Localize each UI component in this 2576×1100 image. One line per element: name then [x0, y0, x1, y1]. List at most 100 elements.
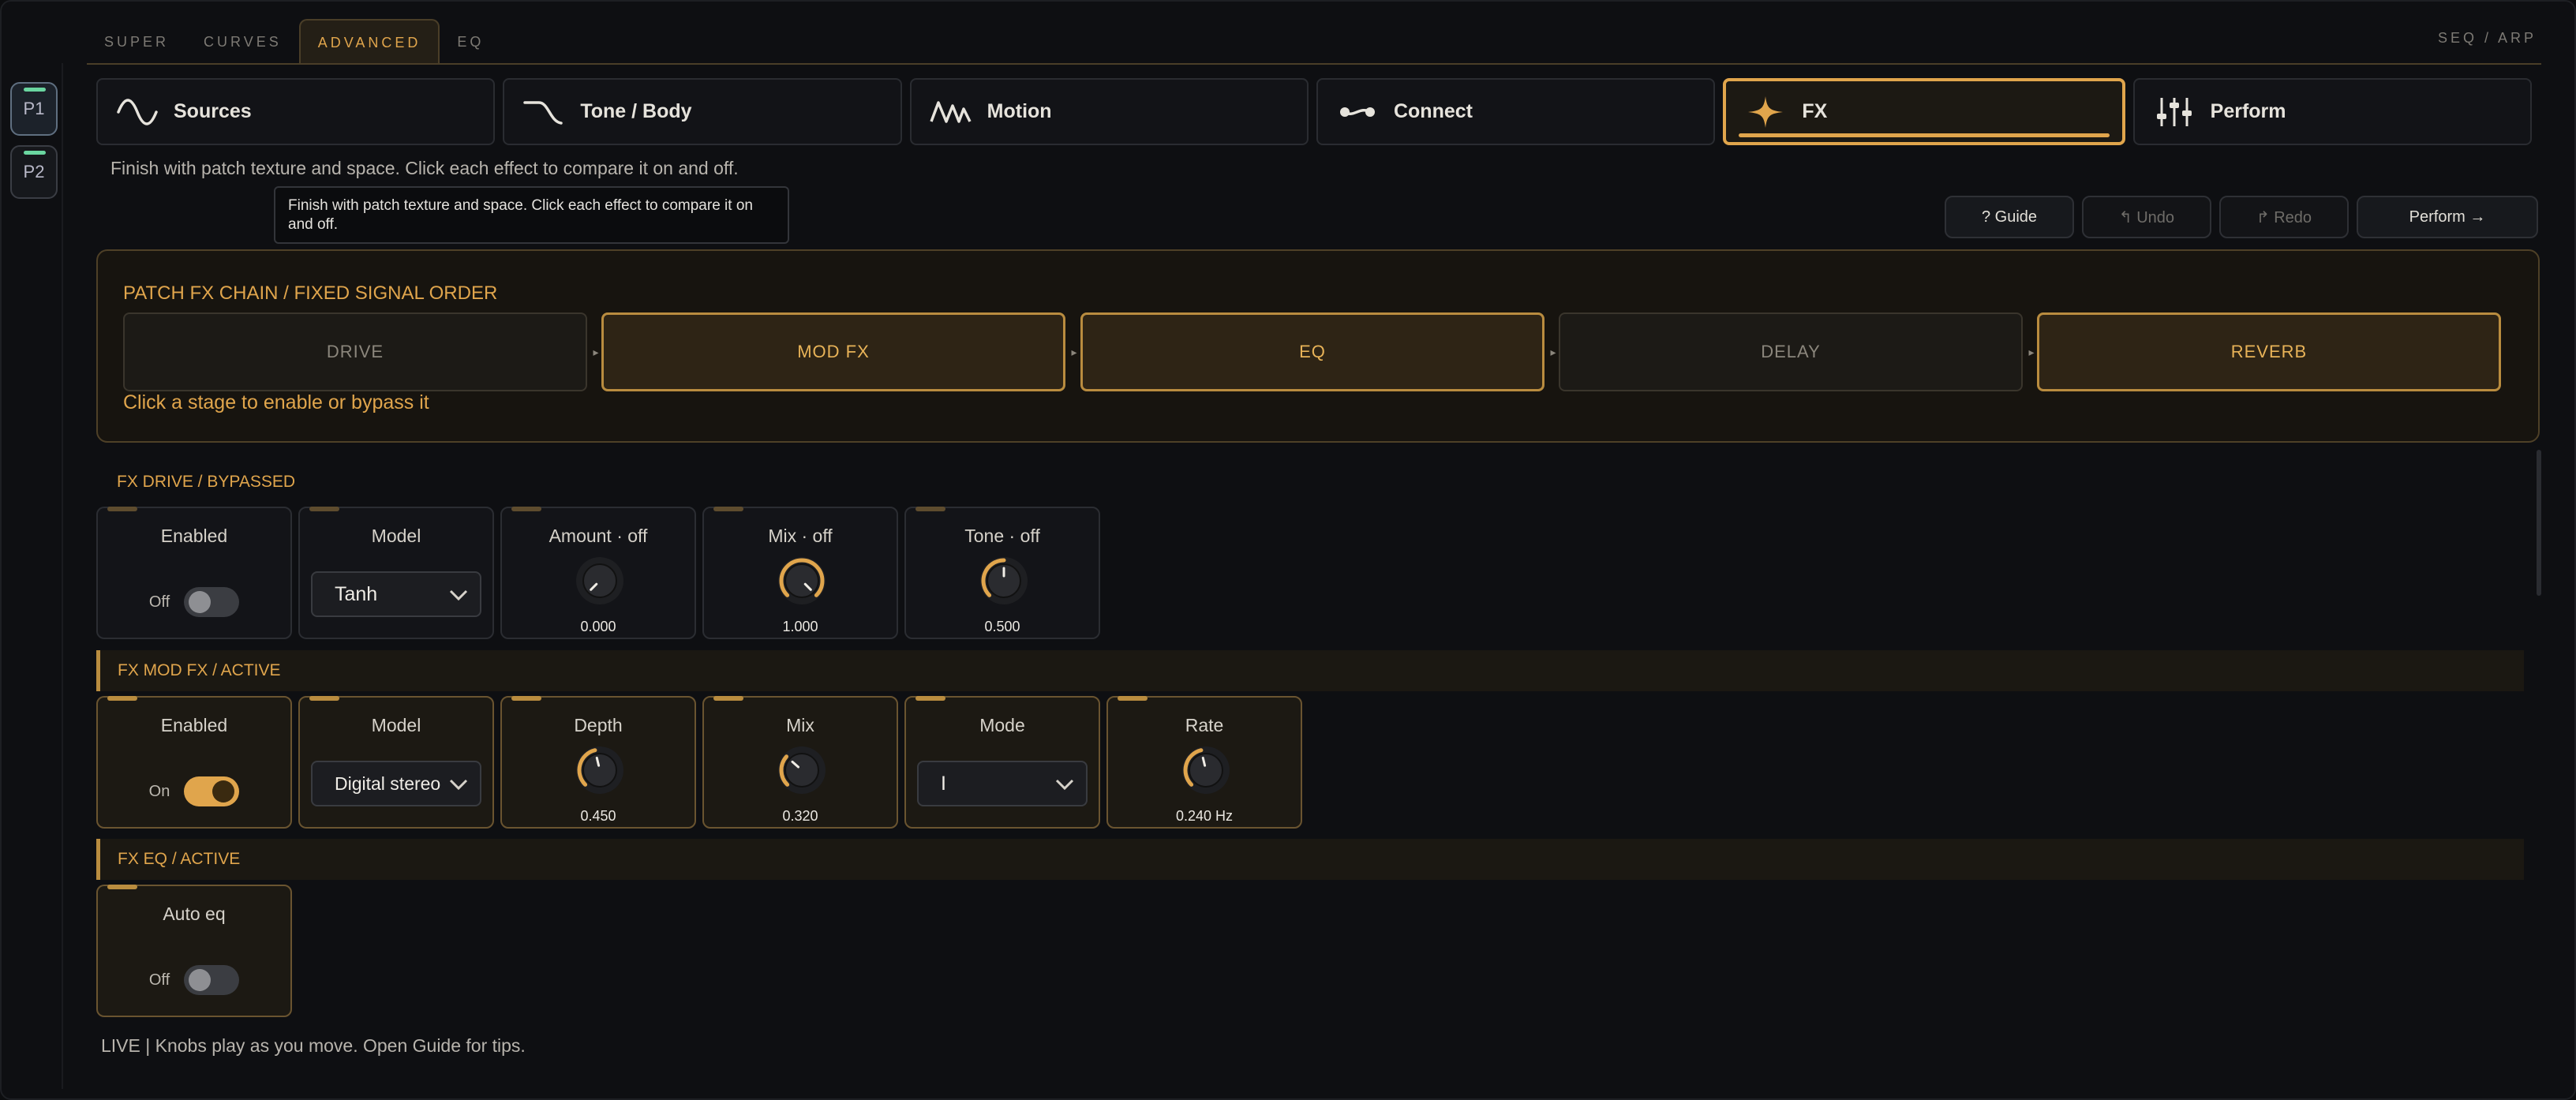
- group-header-mod-fx: FX MOD FX / ACTIVE: [96, 650, 2524, 691]
- drive-enabled-toggle[interactable]: [184, 587, 240, 617]
- knob-cap: [582, 563, 617, 598]
- chain-title: PATCH FX CHAIN / FIXED SIGNAL ORDER: [123, 282, 498, 304]
- drive-tone-card: Tone · off 0.500: [904, 507, 1100, 639]
- chain-stage-eq[interactable]: EQ: [1080, 312, 1544, 391]
- chain-stage-mod-fx[interactable]: MOD FX: [601, 312, 1065, 391]
- patch-led: [24, 151, 46, 155]
- modfx-model-select[interactable]: Digital stereo: [311, 761, 481, 806]
- connect-icon: [1339, 107, 1375, 117]
- section-tab-connect[interactable]: Connect: [1316, 78, 1716, 145]
- sliders-icon: [2156, 97, 2192, 126]
- perform-button[interactable]: Perform →: [2357, 196, 2538, 238]
- drive-enabled-card: Enabled Off: [96, 507, 292, 639]
- modfx-mix-knob[interactable]: [777, 745, 827, 795]
- card-label: Tone · off: [964, 526, 1040, 546]
- card-label: Mix · off: [768, 526, 833, 546]
- section-tab-perform[interactable]: Perform: [2132, 78, 2532, 145]
- patch-label: P2: [23, 162, 45, 181]
- fx-chain-panel: PATCH FX CHAIN / FIXED SIGNAL ORDER DRIV…: [96, 249, 2540, 443]
- modfx-mix-card: Mix 0.320: [702, 696, 898, 829]
- drive-amount-knob[interactable]: [575, 556, 625, 606]
- card-tick: [511, 507, 541, 511]
- card-value: 0.500: [984, 619, 1020, 634]
- patch-button-p1[interactable]: P1: [10, 82, 58, 136]
- status-footer: LIVE | Knobs play as you move. Open Guid…: [101, 1035, 526, 1056]
- chevron-down-icon: [1055, 779, 1074, 791]
- modfx-model-card: Model Digital stereo: [298, 696, 494, 829]
- section-tab-tone-body[interactable]: Tone / Body: [503, 78, 902, 145]
- group-header-drive: FX DRIVE / BYPASSED: [117, 473, 296, 491]
- card-label: Model: [371, 526, 421, 546]
- section-tab-sources[interactable]: Sources: [96, 78, 496, 145]
- undo-button[interactable]: ↰ Undo: [2082, 196, 2211, 238]
- chevron-down-icon: [449, 779, 468, 791]
- tab-curves[interactable]: CURVES: [186, 19, 299, 65]
- sine-wave-icon: [117, 98, 158, 125]
- lfo-wave-icon: [930, 100, 972, 123]
- section-tab-label: FX: [1802, 100, 1828, 122]
- drive-amount-card: Amount · off 0.000: [500, 507, 696, 639]
- tooltip: Finish with patch texture and space. Cli…: [274, 186, 789, 244]
- modfx-depth-knob[interactable]: [575, 745, 625, 795]
- knob-cap: [784, 563, 819, 598]
- chain-stage-reverb[interactable]: REVERB: [2037, 312, 2501, 391]
- drive-model-card: Model Tanh: [298, 507, 494, 639]
- select-value: Tanh: [335, 582, 378, 605]
- card-value: 0.320: [782, 808, 818, 824]
- card-label: Rate: [1185, 715, 1224, 735]
- card-label: Depth: [574, 715, 623, 735]
- toggle-knob: [189, 969, 212, 991]
- drive-mix-card: Mix · off 1.000: [702, 507, 898, 639]
- section-tab-fx[interactable]: FX: [1723, 78, 2125, 145]
- modfx-rate-card: Rate 0.240 Hz: [1106, 696, 1302, 829]
- select-value: I: [941, 772, 946, 795]
- modfx-mode-select[interactable]: I: [917, 761, 1088, 806]
- section-tab-bar: Sources Tone / Body Motion Connect FX Pe…: [96, 78, 2532, 145]
- section-tab-label: Connect: [1393, 100, 1473, 122]
- card-tick: [915, 696, 945, 701]
- tab-advanced[interactable]: ADVANCED: [298, 19, 440, 65]
- select-value: Digital stereo: [335, 773, 441, 794]
- tab-eq[interactable]: EQ: [440, 19, 501, 65]
- eq-auto-card: Auto eq Off: [96, 885, 292, 1017]
- scrollbar[interactable]: [2537, 450, 2541, 596]
- card-tick: [1118, 696, 1148, 701]
- card-label: Enabled: [160, 526, 228, 546]
- redo-button[interactable]: ↱ Redo: [2219, 196, 2349, 238]
- drive-tone-knob[interactable]: [979, 556, 1029, 606]
- card-tick: [713, 696, 743, 701]
- card-label: Auto eq: [163, 904, 226, 924]
- card-tick: [713, 507, 743, 511]
- modfx-rate-knob[interactable]: [1181, 745, 1231, 795]
- tab-super[interactable]: SUPER: [87, 19, 186, 65]
- knob-cap: [1189, 753, 1223, 788]
- guide-button[interactable]: ? Guide: [1945, 196, 2074, 238]
- chain-hint: Click a stage to enable or bypass it: [123, 391, 429, 413]
- card-tick: [511, 696, 541, 701]
- card-value: 1.000: [782, 619, 818, 634]
- patch-button-p2[interactable]: P2: [10, 145, 58, 199]
- toggle-state: On: [148, 782, 170, 800]
- page-hint: Finish with patch texture and space. Cli…: [110, 158, 739, 178]
- card-label: Mode: [979, 715, 1025, 735]
- chain-stage-drive[interactable]: DRIVE: [123, 312, 587, 391]
- card-value: 0.240 Hz: [1175, 808, 1234, 824]
- section-tab-motion[interactable]: Motion: [909, 78, 1309, 145]
- toggle-state: Off: [148, 971, 170, 989]
- drive-model-select[interactable]: Tanh: [311, 571, 481, 617]
- knob-cap: [582, 753, 617, 788]
- seq-arp-link[interactable]: SEQ / ARP: [2438, 30, 2537, 47]
- card-value: 0.000: [580, 619, 616, 634]
- chain-stage-delay[interactable]: DELAY: [1559, 312, 2023, 391]
- card-label: Amount · off: [549, 526, 648, 546]
- modfx-enabled-toggle[interactable]: [184, 776, 240, 806]
- filter-curve-icon: [523, 100, 564, 125]
- section-tab-label: Perform: [2210, 100, 2286, 122]
- eq-auto-toggle[interactable]: [184, 965, 240, 995]
- card-label: Model: [371, 715, 421, 735]
- active-tab-underline: [1739, 133, 2110, 137]
- tab-divider: [87, 63, 2541, 65]
- card-tick: [915, 507, 945, 511]
- patch-led: [24, 88, 46, 92]
- drive-mix-knob[interactable]: [777, 556, 827, 606]
